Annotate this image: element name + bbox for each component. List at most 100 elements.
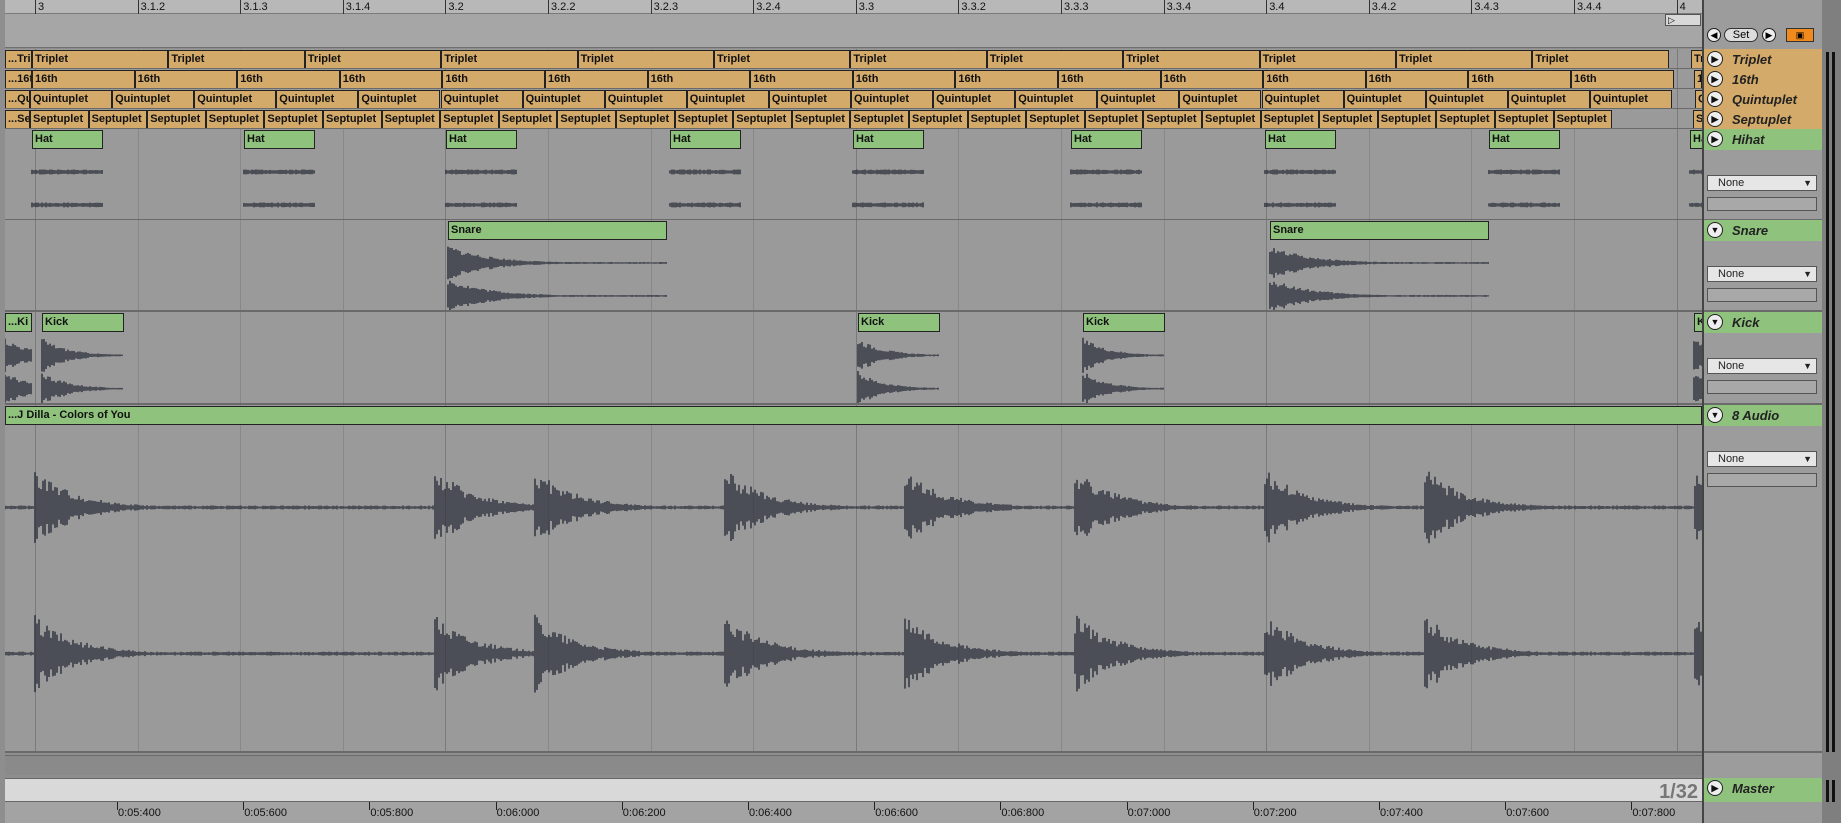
clip-kick[interactable]: ...Ki: [5, 313, 32, 332]
clip-septuplet[interactable]: Septuplet: [1553, 110, 1613, 128]
time-ruler[interactable]: 0:05:400 0:05:600 0:05:800 0:06:000 0:06:200…: [5, 802, 1702, 823]
clip-septuplet[interactable]: Septuplet: [1143, 110, 1202, 128]
track-fold-icon[interactable]: ▼: [1707, 407, 1723, 423]
clip-16th[interactable]: 16th: [1365, 70, 1469, 88]
clip-septuplet[interactable]: Septuplet: [1495, 110, 1554, 128]
clip-triplet[interactable]: Triplet: [1396, 50, 1533, 68]
loop-brace-icon[interactable]: ▷: [1665, 14, 1701, 26]
clip-hihat[interactable]: Hat: [32, 130, 103, 149]
clip-septuplet[interactable]: Septuplet: [850, 110, 909, 128]
clip-hihat[interactable]: Hat: [853, 130, 924, 149]
clip-quintuplet[interactable]: Quintuplet: [1261, 90, 1344, 108]
clip-quintuplet[interactable]: Quintuplet: [1425, 90, 1508, 108]
clip-septuplet[interactable]: Septuplet: [791, 110, 851, 128]
set-locator-button[interactable]: Set: [1724, 28, 1758, 42]
clip-16th[interactable]: 16th: [750, 70, 853, 88]
clip-16th[interactable]: 16th: [852, 70, 956, 88]
clip-triplet[interactable]: Triplet: [304, 50, 442, 68]
clip-16th[interactable]: 16th: [237, 70, 340, 88]
clip-septuplet[interactable]: Septuplet: [147, 110, 206, 128]
clip-quintuplet[interactable]: Quintuplet: [440, 90, 523, 108]
clip-16th[interactable]: 16th: [134, 70, 238, 88]
right-arrow-icon[interactable]: ▶: [1762, 28, 1776, 42]
clip-septuplet[interactable]: Septuplet: [1026, 110, 1085, 128]
clip-triplet[interactable]: Triplet: [32, 50, 169, 68]
clip-triplet[interactable]: Triplet: [1123, 50, 1260, 68]
track-lane-triplet[interactable]: ...Tri Triplet Triplet Triplet Triplet Triple…: [5, 49, 1702, 70]
clip-septuplet[interactable]: Septuplet: [557, 110, 616, 128]
clip-triplet[interactable]: Triplet: [714, 50, 851, 68]
track-lane-hihat[interactable]: Hat Hat Hat Hat Hat Hat Hat Hat Ha: [5, 129, 1702, 221]
clip-septuplet[interactable]: Septuplet: [381, 110, 441, 128]
clip-snare[interactable]: Snare: [1270, 221, 1489, 240]
track-header-hihat[interactable]: ▶ Hihat: [1704, 129, 1822, 150]
beat-ruler[interactable]: 3 3.1.2 3.1.3 3.1.4 3.2 3.2.2 3.2.3 3.2.4 3.3 3.3…: [5, 0, 1702, 48]
input-routing-select[interactable]: None ▼: [1707, 451, 1817, 467]
input-channel-select[interactable]: [1707, 288, 1817, 302]
track-name[interactable]: Hihat: [1732, 132, 1765, 147]
input-routing-select[interactable]: None ▼: [1707, 175, 1817, 191]
clip-triplet[interactable]: Triplet: [577, 50, 714, 68]
track-fold-icon[interactable]: ▶: [1707, 780, 1723, 796]
clip-septuplet[interactable]: ...Se: [5, 110, 30, 128]
clip-septuplet[interactable]: Septuplet: [616, 110, 675, 128]
clip-16th[interactable]: 16th: [32, 70, 135, 88]
clip-quintuplet[interactable]: Quintuplet: [933, 90, 1016, 108]
clip-quintuplet[interactable]: Quintuplet: [851, 90, 934, 108]
clip-septuplet[interactable]: Septuplet: [1260, 110, 1320, 128]
track-fold-icon[interactable]: ▼: [1707, 222, 1723, 238]
clip-septuplet[interactable]: Septuplet: [1436, 110, 1495, 128]
clip-hihat[interactable]: Hat: [1489, 130, 1560, 149]
clip-hihat[interactable]: Hat: [670, 130, 741, 149]
track-header-triplet[interactable]: ▶ Triplet: [1704, 49, 1822, 70]
track-fold-icon[interactable]: ▼: [1707, 314, 1723, 330]
track-header-snare[interactable]: ▼ Snare: [1704, 220, 1822, 241]
track-fold-icon[interactable]: ▶: [1707, 131, 1723, 147]
clip-16th[interactable]: 16th: [339, 70, 443, 88]
arrangement-area[interactable]: 3 3.1.2 3.1.3 3.1.4 3.2 3.2.2 3.2.3 3.2.4 3.3 3.3…: [5, 0, 1702, 823]
clip-septuplet[interactable]: Septuplet: [30, 110, 89, 128]
clip-quintuplet[interactable]: Quintuplet: [194, 90, 277, 108]
input-routing-select[interactable]: None ▼: [1707, 358, 1817, 374]
clip-triplet[interactable]: Triplet: [1259, 50, 1396, 68]
clip-septuplet[interactable]: Septuplet: [323, 110, 382, 128]
clip-triplet[interactable]: Triplet: [168, 50, 305, 68]
input-channel-select[interactable]: [1707, 473, 1817, 487]
track-name[interactable]: Quintuplet: [1732, 92, 1797, 107]
clip-septuplet[interactable]: Septuplet: [674, 110, 734, 128]
clip-hihat[interactable]: Hat: [1071, 130, 1142, 149]
clip-quintuplet[interactable]: Quintuplet: [1343, 90, 1426, 108]
clip-16th[interactable]: 16th: [1571, 70, 1674, 88]
beat-ruler-ticks[interactable]: 3 3.1.2 3.1.3 3.1.4 3.2 3.2.2 3.2.3 3.2.4 3.3 3.3…: [5, 0, 1702, 14]
track-lane-quintuplet[interactable]: ...QuQuintupletQuintupletQuintupletQuint…: [5, 89, 1702, 110]
input-channel-select[interactable]: [1707, 380, 1817, 394]
track-fold-icon[interactable]: ▶: [1707, 51, 1723, 67]
clip-triplet[interactable]: ...Tri: [5, 50, 32, 68]
clip-septuplet[interactable]: Septuplet: [733, 110, 792, 128]
clip-quintuplet[interactable]: Quintuplet: [604, 90, 687, 108]
input-channel-select[interactable]: [1707, 197, 1817, 211]
clip-septuplet[interactable]: Septuplet: [1319, 110, 1378, 128]
clip-quintuplet[interactable]: Quintuplet: [1015, 90, 1098, 108]
master-track-lane[interactable]: 1/32: [5, 778, 1702, 803]
clip-septuplet[interactable]: Septuplet: [264, 110, 323, 128]
clip-septuplet[interactable]: Septuplet: [205, 110, 265, 128]
clip-septuplet[interactable]: Septuplet: [1377, 110, 1437, 128]
clip-quintuplet[interactable]: Quintuplet: [276, 90, 359, 108]
clip-16th[interactable]: 16th: [442, 70, 545, 88]
clip-septuplet[interactable]: Septuplet: [498, 110, 558, 128]
track-header-quintuplet[interactable]: ▶ Quintuplet: [1704, 89, 1822, 110]
clip-triplet[interactable]: Triplet: [986, 50, 1124, 68]
clip-quintuplet[interactable]: Qu: [1695, 90, 1702, 108]
track-lane-snare[interactable]: Snare Snare: [5, 220, 1702, 312]
clip-quintuplet[interactable]: Quintuplet: [112, 90, 195, 108]
clip-septuplet[interactable]: Septuplet: [909, 110, 968, 128]
mixer-strip[interactable]: [1822, 0, 1841, 823]
track-lane-septuplet[interactable]: ...Se Septuplet Septuplet Septuplet Septuple…: [5, 109, 1702, 130]
track-fold-icon[interactable]: ▶: [1707, 91, 1723, 107]
clip-septuplet[interactable]: Septuplet: [1084, 110, 1144, 128]
clip-quintuplet[interactable]: ...Qu: [5, 90, 30, 108]
clip-septuplet[interactable]: Septuplet: [1202, 110, 1261, 128]
clip-triplet[interactable]: Tr: [1691, 50, 1702, 68]
clip-16th[interactable]: 16th: [1468, 70, 1571, 88]
